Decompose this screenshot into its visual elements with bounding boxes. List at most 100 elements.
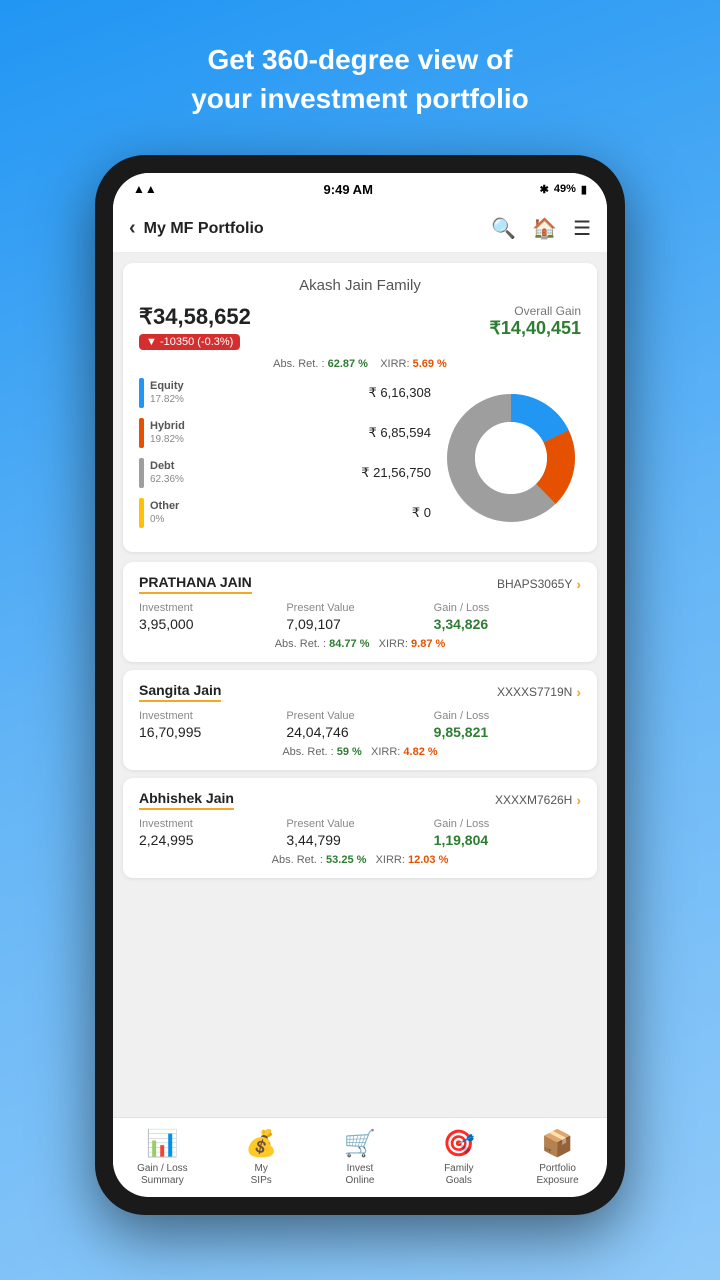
- home-icon[interactable]: 🏠: [532, 216, 557, 241]
- member-abs: Abs. Ret. : 53.25 % XIRR: 12.03 %: [139, 854, 581, 866]
- member-card[interactable]: Sangita Jain XXXXS7719N › Investment 16,…: [123, 670, 597, 770]
- summary-card: Akash Jain Family ₹34,58,652 ▼ -10350 (-…: [123, 263, 597, 552]
- overall-gain-label: Overall Gain: [489, 304, 581, 318]
- scroll-content: Akash Jain Family ₹34,58,652 ▼ -10350 (-…: [113, 253, 607, 1117]
- overall-gain-value: ₹14,40,451: [489, 318, 581, 339]
- phone-frame: ▲▲ 9:49 AM ✱ 49% ▮ ‹ My MF Portfolio 🔍 🏠…: [95, 155, 625, 1215]
- members-container: PRATHANA JAIN BHAPS3065Y › Investment 3,…: [113, 562, 607, 878]
- member-id: BHAPS3065Y: [497, 577, 572, 591]
- legend-label: Debt62.36%: [150, 460, 184, 486]
- investment-col: Investment 16,70,995: [139, 710, 286, 740]
- nav-label-family: FamilyGoals: [444, 1163, 473, 1187]
- investment-value: 16,70,995: [139, 724, 286, 740]
- investment-label: Investment: [139, 818, 286, 830]
- search-icon[interactable]: 🔍: [491, 216, 516, 241]
- legend-item: Debt62.36% ₹ 21,56,750: [139, 458, 431, 488]
- app-header: ‹ My MF Portfolio 🔍 🏠 ☰: [113, 205, 607, 253]
- portfolio-change: ▼ -10350 (-0.3%): [139, 334, 240, 350]
- abs-ret-value: 62.87 %: [328, 358, 368, 370]
- nav-item-my-sips[interactable]: 💰 MySIPs: [212, 1128, 311, 1187]
- nav-item-gain-loss[interactable]: 📊 Gain / LossSummary: [113, 1128, 212, 1187]
- present-value-col: Present Value 3,44,799: [286, 818, 433, 848]
- member-stats: Investment 3,95,000 Present Value 7,09,1…: [139, 602, 581, 632]
- nav-icon-invest: 🛒: [344, 1128, 376, 1159]
- member-header: Abhishek Jain XXXXM7626H ›: [139, 790, 581, 810]
- legend-value: ₹ 0: [412, 505, 431, 521]
- gain-loss-value: 3,34,826: [434, 616, 581, 632]
- present-value-col: Present Value 7,09,107: [286, 602, 433, 632]
- legend-item: Other0% ₹ 0: [139, 498, 431, 528]
- nav-item-portfolio[interactable]: 📦 PortfolioExposure: [508, 1128, 607, 1187]
- member-id-row[interactable]: XXXXS7719N ›: [497, 684, 581, 700]
- nav-item-invest[interactable]: 🛒 InvestOnline: [311, 1128, 410, 1187]
- member-card[interactable]: PRATHANA JAIN BHAPS3065Y › Investment 3,…: [123, 562, 597, 662]
- page-title: My MF Portfolio: [144, 220, 264, 238]
- legend-label: Equity17.82%: [150, 380, 184, 406]
- present-value: 24,04,746: [286, 724, 433, 740]
- present-value-label: Present Value: [286, 602, 433, 614]
- present-value-label: Present Value: [286, 710, 433, 722]
- gain-loss-col: Gain / Loss 9,85,821: [434, 710, 581, 740]
- menu-icon[interactable]: ☰: [573, 216, 591, 241]
- legend-label: Hybrid19.82%: [150, 420, 185, 446]
- legend-value: ₹ 6,16,308: [369, 385, 432, 401]
- phone-screen: ▲▲ 9:49 AM ✱ 49% ▮ ‹ My MF Portfolio 🔍 🏠…: [113, 173, 607, 1197]
- chevron-icon: ›: [576, 792, 581, 808]
- investment-label: Investment: [139, 710, 286, 722]
- status-left: ▲▲: [133, 182, 157, 196]
- back-icon[interactable]: ‹: [129, 217, 136, 240]
- member-name: PRATHANA JAIN: [139, 574, 252, 594]
- legend-label: Other0%: [150, 500, 179, 526]
- nav-label-invest: InvestOnline: [346, 1163, 375, 1187]
- battery-icon: ▮: [581, 183, 587, 196]
- portfolio-right: Overall Gain ₹14,40,451: [489, 304, 581, 339]
- investment-col: Investment 3,95,000: [139, 602, 286, 632]
- member-id-row[interactable]: BHAPS3065Y ›: [497, 576, 581, 592]
- nav-icon-gain-loss: 📊: [146, 1128, 178, 1159]
- present-value-col: Present Value 24,04,746: [286, 710, 433, 740]
- abs-ret-row: Abs. Ret. : 62.87 % XIRR: 5.69 %: [139, 358, 581, 370]
- nav-item-family[interactable]: 🎯 FamilyGoals: [409, 1128, 508, 1187]
- gain-loss-label: Gain / Loss: [434, 818, 581, 830]
- bluetooth-icon: ✱: [540, 183, 549, 196]
- chart-legend: Equity17.82% ₹ 6,16,308 Hybrid19.82% ₹ 6…: [139, 378, 431, 538]
- legend-item: Equity17.82% ₹ 6,16,308: [139, 378, 431, 408]
- legend-color: [139, 498, 144, 528]
- legend-color: [139, 458, 144, 488]
- gain-loss-col: Gain / Loss 1,19,804: [434, 818, 581, 848]
- member-name: Sangita Jain: [139, 682, 221, 702]
- chart-section: Equity17.82% ₹ 6,16,308 Hybrid19.82% ₹ 6…: [139, 378, 581, 538]
- bottom-nav: 📊 Gain / LossSummary 💰 MySIPs 🛒 InvestOn…: [113, 1117, 607, 1197]
- member-id: XXXXM7626H: [495, 793, 572, 807]
- nav-label-gain-loss: Gain / LossSummary: [137, 1163, 188, 1187]
- gain-loss-col: Gain / Loss 3,34,826: [434, 602, 581, 632]
- investment-label: Investment: [139, 602, 286, 614]
- present-value: 7,09,107: [286, 616, 433, 632]
- nav-label-portfolio: PortfolioExposure: [536, 1163, 578, 1187]
- gain-loss-label: Gain / Loss: [434, 602, 581, 614]
- investment-value: 2,24,995: [139, 832, 286, 848]
- legend-color: [139, 378, 144, 408]
- nav-icon-portfolio: 📦: [541, 1128, 573, 1159]
- family-name: Akash Jain Family: [139, 277, 581, 294]
- nav-icon-my-sips: 💰: [245, 1128, 277, 1159]
- total-value: ₹34,58,652: [139, 304, 251, 330]
- member-id-row[interactable]: XXXXM7626H ›: [495, 792, 581, 808]
- status-bar: ▲▲ 9:49 AM ✱ 49% ▮: [113, 173, 607, 205]
- abs-ret-label: Abs. Ret. :: [273, 358, 324, 370]
- member-card[interactable]: Abhishek Jain XXXXM7626H › Investment 2,…: [123, 778, 597, 878]
- legend-color: [139, 418, 144, 448]
- legend-item: Hybrid19.82% ₹ 6,85,594: [139, 418, 431, 448]
- hero-text: Get 360-degree view of your investment p…: [0, 0, 720, 148]
- member-stats: Investment 16,70,995 Present Value 24,04…: [139, 710, 581, 740]
- legend-value: ₹ 6,85,594: [369, 425, 432, 441]
- gain-loss-value: 1,19,804: [434, 832, 581, 848]
- chevron-icon: ›: [576, 684, 581, 700]
- portfolio-row: ₹34,58,652 ▼ -10350 (-0.3%) Overall Gain…: [139, 304, 581, 350]
- nav-label-my-sips: MySIPs: [251, 1163, 272, 1187]
- status-time: 9:49 AM: [324, 182, 373, 197]
- status-right: ✱ 49% ▮: [540, 183, 587, 196]
- member-id: XXXXS7719N: [497, 685, 572, 699]
- gain-loss-value: 9,85,821: [434, 724, 581, 740]
- legend-value: ₹ 21,56,750: [361, 465, 431, 481]
